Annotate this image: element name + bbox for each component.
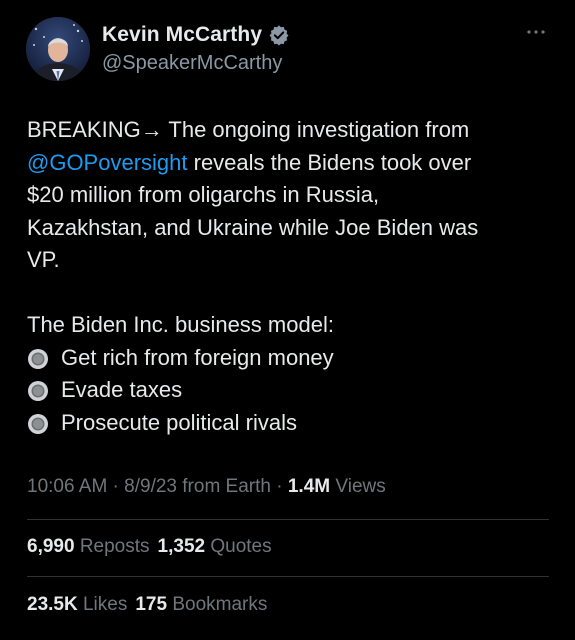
author-block: Kevin McCarthy @SpeakerMcCarthy bbox=[102, 20, 290, 75]
likes-label: Likes bbox=[82, 594, 128, 615]
views-count: 1.4M bbox=[287, 476, 331, 497]
bullet-text: Evade taxes bbox=[61, 377, 183, 402]
display-name[interactable]: Kevin McCarthy bbox=[102, 23, 262, 47]
tweet-line: BREAKING→ The ongoing investigation from bbox=[27, 117, 470, 142]
bookmarks-link[interactable]: 175 Bookmarks bbox=[135, 594, 267, 615]
stats-row-reposts: 6,990 Reposts 1,352 Quotes bbox=[27, 536, 272, 558]
tweet-line: VP. bbox=[27, 247, 60, 272]
tweet-date-source[interactable]: 8/9/23 from Earth bbox=[124, 476, 271, 497]
more-options-icon[interactable] bbox=[525, 22, 547, 42]
bullet-text: Get rich from foreign money bbox=[61, 344, 334, 370]
radio-button-icon bbox=[27, 379, 49, 402]
reposts-label: Reposts bbox=[79, 536, 150, 557]
views-label: Views bbox=[330, 476, 386, 497]
verified-badge-icon[interactable] bbox=[268, 24, 290, 46]
tweet-card: Kevin McCarthy @SpeakerMcCarthy BREAKING… bbox=[0, 0, 575, 640]
reposts-link[interactable]: 6,990 Reposts bbox=[27, 536, 150, 557]
stats-row-likes: 23.5K Likes 175 Bookmarks bbox=[27, 594, 267, 616]
tweet-meta: 10:06 AM · 8/9/23 from Earth · 1.4M View… bbox=[27, 476, 386, 498]
reposts-count: 6,990 bbox=[27, 536, 75, 557]
divider bbox=[27, 519, 549, 520]
bookmarks-count: 175 bbox=[135, 594, 168, 615]
handle[interactable]: @SpeakerMcCarthy bbox=[102, 52, 290, 75]
tweet-text: BREAKING→ The ongoing investigation from… bbox=[27, 114, 552, 439]
bookmarks-label: Bookmarks bbox=[172, 594, 268, 615]
likes-count: 23.5K bbox=[27, 594, 78, 615]
radio-button-icon bbox=[27, 412, 49, 434]
tweet-line: Kazakhstan, and Ukraine while Joe Biden … bbox=[27, 214, 479, 240]
bullet-text: Prosecute political rivals bbox=[61, 409, 297, 435]
quotes-link[interactable]: 1,352 Quotes bbox=[158, 536, 272, 557]
quotes-label: Quotes bbox=[210, 536, 272, 557]
separator: · bbox=[270, 476, 288, 497]
separator: · bbox=[107, 476, 125, 497]
tweet-line: $20 million from oligarchs in Russia, bbox=[27, 182, 380, 207]
mention-link[interactable]: @GOPoversight bbox=[27, 150, 188, 175]
likes-link[interactable]: 23.5K Likes bbox=[27, 594, 127, 615]
name-row: Kevin McCarthy bbox=[102, 20, 290, 50]
tweet-line-rest: reveals the Bidens took over bbox=[187, 149, 472, 175]
model-heading: The Biden Inc. business model: bbox=[27, 312, 334, 337]
divider bbox=[27, 576, 549, 577]
quotes-count: 1,352 bbox=[157, 536, 206, 557]
radio-button-icon bbox=[27, 347, 49, 369]
tweet-time[interactable]: 10:06 AM bbox=[27, 476, 107, 497]
list-item: Evade taxes bbox=[27, 374, 552, 407]
list-item: Prosecute political rivals bbox=[27, 407, 552, 440]
avatar[interactable] bbox=[26, 17, 90, 81]
list-item: Get rich from foreign money bbox=[27, 342, 552, 375]
tweet-line: @GOPoversight reveals the Bidens took ov… bbox=[27, 147, 552, 180]
